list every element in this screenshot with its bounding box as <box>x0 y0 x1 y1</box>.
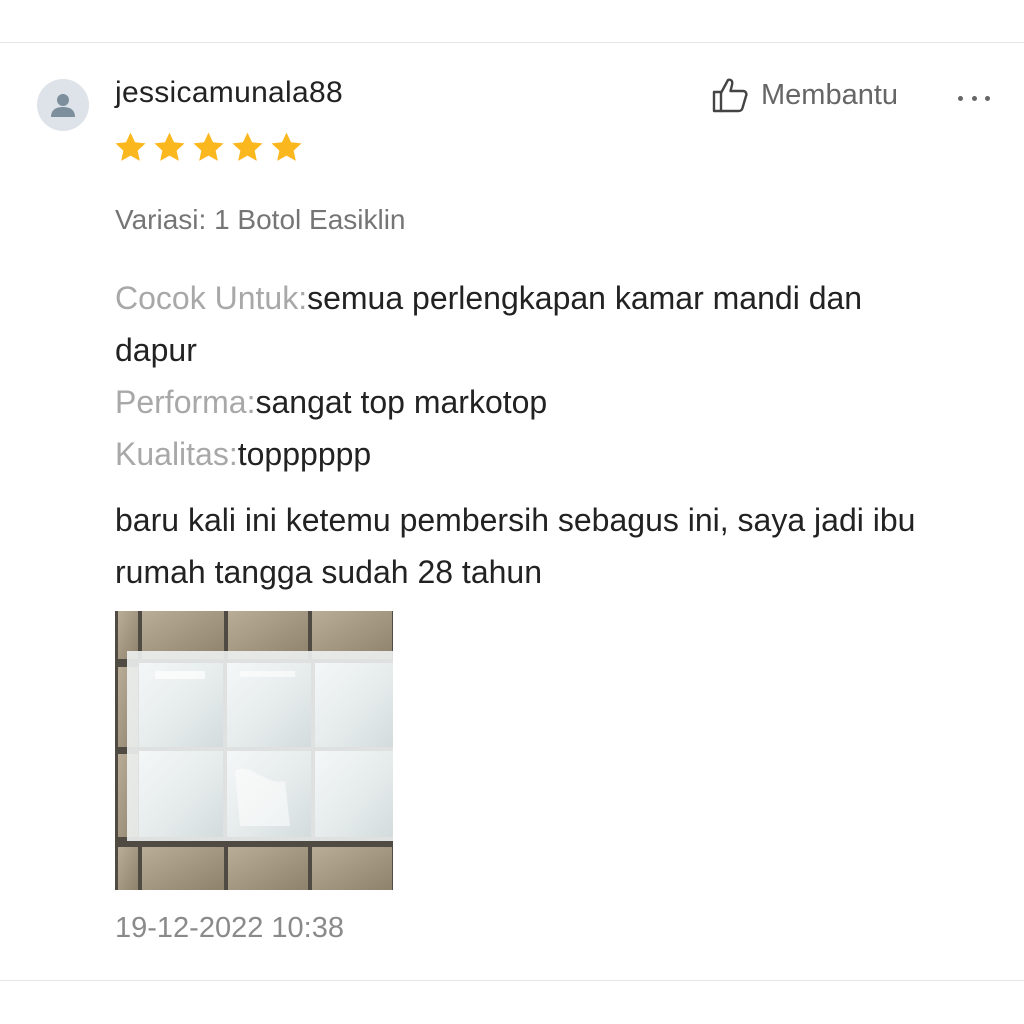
star-icon <box>154 132 185 161</box>
attribute-performance: Performa:sangat top markotop <box>115 376 945 428</box>
star-rating <box>113 130 304 165</box>
bathroom-tiles-photo <box>115 611 393 890</box>
review-body: Cocok Untuk:semua perlengkapan kamar man… <box>115 272 945 598</box>
star-icon <box>193 132 224 161</box>
star-icon <box>232 132 263 161</box>
attribute-quality: Kualitas:topppppp <box>115 428 945 480</box>
divider <box>0 980 1024 981</box>
review-timestamp: 19-12-2022 10:38 <box>115 912 344 944</box>
review-card: jessicamunala88 Membantu Variasi: 1 Boto… <box>0 0 1024 1024</box>
helpful-button[interactable]: Membantu <box>711 76 898 114</box>
star-icon <box>271 132 302 161</box>
attribute-value: sangat top markotop <box>255 384 548 420</box>
more-options-button[interactable] <box>956 80 992 116</box>
star-icon <box>115 132 146 161</box>
variation-label: Variasi: 1 Botol Easiklin <box>115 204 406 235</box>
review-text: baru kali ini ketemu pembersih sebagus i… <box>115 502 916 590</box>
more-dot-icon <box>971 95 977 101</box>
more-dot-icon <box>985 95 990 101</box>
attribute-label: Cocok Untuk: <box>115 280 308 316</box>
avatar[interactable] <box>37 79 89 131</box>
more-dot-icon <box>958 95 963 101</box>
attribute-value: topppppp <box>237 436 372 472</box>
attribute-suitable-for: Cocok Untuk:semua perlengkapan kamar man… <box>115 272 945 376</box>
divider <box>0 42 1024 43</box>
review-photo[interactable] <box>115 611 393 890</box>
attribute-label: Performa: <box>115 384 256 420</box>
attribute-label: Kualitas: <box>115 436 238 472</box>
user-icon <box>51 94 75 117</box>
thumbs-up-icon <box>712 78 748 113</box>
helpful-label: Membantu <box>761 78 899 111</box>
reviewer-username[interactable]: jessicamunala88 <box>115 76 343 110</box>
